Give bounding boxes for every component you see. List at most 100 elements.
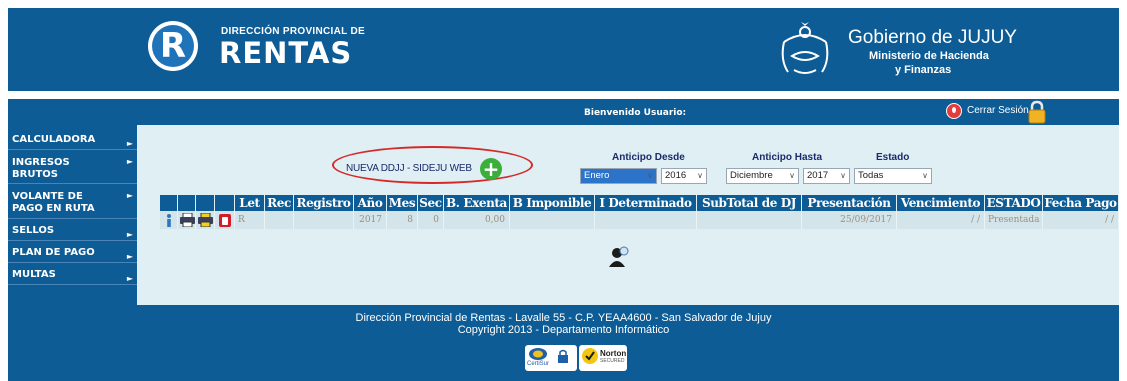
sidebar-item-label: INGRESOS — [12, 157, 70, 168]
chevron-down-icon: ∨ — [789, 171, 795, 180]
chevron-right-icon: ► — [126, 139, 133, 148]
col-header-let: Let — [235, 195, 265, 211]
page: R DIRECCIÓN PROVINCIAL DE RENTAS Gobiern… — [8, 8, 1119, 381]
chevron-down-icon: ∨ — [840, 171, 846, 180]
hasta-year-value: 2017 — [807, 170, 829, 181]
sidebar-item-label: SELLOS — [12, 225, 55, 236]
print-icon[interactable] — [198, 213, 213, 227]
col-header-delete — [215, 195, 235, 211]
row-cell-sec: 0 — [418, 211, 444, 229]
col-header-fecha-pago: Fecha Pago — [1043, 195, 1119, 211]
row-cell-b-imponible — [510, 211, 595, 229]
desde-year-value: 2016 — [665, 170, 687, 181]
desde-month-select[interactable]: Enero ∨ — [580, 168, 657, 184]
col-header-anio: Año — [354, 195, 387, 211]
row-cell-rec — [265, 211, 294, 229]
chevron-down-icon: ∨ — [647, 171, 653, 180]
col-header-vencimiento: Vencimiento — [897, 195, 985, 211]
col-header-sec: Sec — [418, 195, 444, 211]
norton-label: Norton — [600, 349, 627, 358]
norton-secured-label: SECURED — [600, 358, 625, 364]
welcome-text: Bienvenido Usuario: — [584, 108, 687, 118]
chevron-right-icon: ► — [126, 230, 133, 239]
anticipo-desde-label: Anticipo Desde — [612, 152, 685, 163]
anticipo-hasta-label: Anticipo Hasta — [752, 152, 823, 163]
col-header-presentacion: Presentación — [802, 195, 897, 211]
footer-address: Dirección Provincial de Rentas - Lavalle… — [355, 312, 772, 324]
col-header-i-determinado: I Determinado — [595, 195, 697, 211]
user-icon[interactable] — [608, 246, 630, 268]
logout-link[interactable]: Cerrar Sesión — [967, 105, 1029, 116]
row-cell-fecha-pago: / / — [1043, 211, 1119, 229]
chevron-down-icon: ∨ — [697, 171, 703, 180]
delete-icon[interactable] — [218, 213, 232, 227]
certisur-badge[interactable]: CertiSur — [525, 345, 577, 371]
sidebar-item-label: VOLANTE DE — [12, 191, 83, 202]
header-divider — [8, 91, 1119, 99]
col-header-b-imponible: B Imponible — [510, 195, 595, 211]
col-header-mes: Mes — [387, 195, 418, 211]
row-cell-let: R — [235, 211, 265, 229]
desde-year-select[interactable]: 2016 ∨ — [661, 168, 707, 184]
sidebar-menu: CALCULADORA ► INGRESOS BRUTOS ► VOLANTE … — [8, 125, 137, 305]
rentas-logo-letter: R — [152, 25, 194, 67]
gov-ministry-2: y Finanzas — [895, 64, 952, 76]
certisur-seal-icon — [529, 348, 547, 360]
chevron-right-icon: ► — [126, 191, 133, 200]
gov-title: Gobierno de JUJUY — [848, 27, 1017, 48]
col-header-subtotal: SubTotal de DJ — [697, 195, 802, 211]
row-cell-presentacion: 25/09/2017 — [802, 211, 897, 229]
col-header-registro: Registro — [294, 195, 354, 211]
sidebar-item-label: MULTAS — [12, 269, 56, 280]
sidebar-item-calculadora[interactable]: CALCULADORA ► — [8, 131, 137, 150]
add-icon[interactable]: + — [480, 158, 502, 180]
padlock-icon — [558, 349, 568, 363]
sidebar-item-sellos[interactable]: SELLOS ► — [8, 222, 137, 241]
chevron-right-icon: ► — [126, 252, 133, 261]
sidebar-item-label: CALCULADORA — [12, 134, 96, 145]
hasta-year-select[interactable]: 2017 ∨ — [803, 168, 850, 184]
chevron-right-icon: ► — [126, 157, 133, 166]
lock-icon — [1028, 100, 1046, 124]
desde-month-value: Enero — [584, 170, 610, 181]
col-header-b-exenta: B. Exenta — [444, 195, 510, 211]
row-cell-b-exenta: 0,00 — [444, 211, 510, 229]
hasta-month-select[interactable]: Diciembre ∨ — [726, 168, 799, 184]
row-cell-i-determinado — [595, 211, 697, 229]
col-header-rec: Rec — [265, 195, 294, 211]
chevron-right-icon: ► — [126, 274, 133, 283]
print-icon[interactable] — [180, 213, 195, 227]
estado-select[interactable]: Todas ∨ — [854, 168, 932, 184]
sidebar-item-label: PAGO EN RUTA — [12, 203, 95, 214]
sidebar-item-multas[interactable]: MULTAS ► — [8, 266, 137, 285]
brand-title: RENTAS — [219, 36, 353, 70]
chevron-down-icon: ∨ — [922, 171, 928, 180]
norton-badge[interactable]: Norton SECURED — [579, 345, 627, 371]
checkmark-icon — [582, 348, 598, 364]
rentas-logo: R — [148, 21, 198, 71]
col-header-print — [178, 195, 196, 211]
new-ddjj-link[interactable]: NUEVA DDJJ - SIDEJU WEB — [346, 163, 472, 174]
col-header-print-2 — [196, 195, 215, 211]
info-icon[interactable] — [162, 213, 176, 227]
power-icon[interactable] — [946, 103, 962, 119]
row-cell-anio: 2017 — [354, 211, 387, 229]
hasta-month-value: Diciembre — [730, 170, 773, 181]
gov-ministry: Ministerio de Hacienda — [869, 50, 989, 62]
estado-value: Todas — [858, 170, 884, 181]
sidebar-item-volante-de-pago[interactable]: VOLANTE DE PAGO EN RUTA ► — [8, 187, 137, 219]
sidebar-item-plan-de-pago[interactable]: PLAN DE PAGO ► — [8, 244, 137, 263]
col-header-info — [160, 195, 178, 211]
certisur-label: CertiSur — [527, 361, 550, 367]
sidebar-item-label: BRUTOS — [12, 169, 58, 180]
row-cell-subtotal — [697, 211, 802, 229]
row-cell-vencimiento: / / — [897, 211, 985, 229]
sidebar-item-label: PLAN DE PAGO — [12, 247, 95, 258]
jujuy-seal-icon — [781, 22, 829, 74]
estado-label: Estado — [876, 152, 910, 163]
sidebar-item-ingresos-brutos[interactable]: INGRESOS BRUTOS ► — [8, 153, 137, 184]
row-cell-mes: 8 — [387, 211, 418, 229]
col-header-estado: ESTADO — [985, 195, 1043, 211]
row-cell-estado: Presentada — [985, 211, 1043, 229]
footer-copyright: Copyright 2013 - Departamento Informátic… — [457, 324, 670, 336]
